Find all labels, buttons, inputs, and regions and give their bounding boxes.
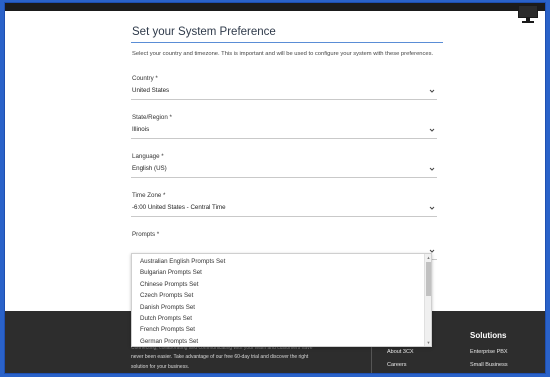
scroll-up-icon[interactable]: ▲ xyxy=(426,255,431,260)
dropdown-scrollbar[interactable]: ▲ ▼ xyxy=(424,254,431,346)
dropdown-option[interactable]: Danish Prompts Set xyxy=(132,302,431,313)
state-select[interactable]: Illinois xyxy=(131,125,437,139)
country-field: Country * United States xyxy=(131,75,437,100)
language-label: Language * xyxy=(132,153,164,160)
top-bar xyxy=(5,3,545,11)
chevron-down-icon xyxy=(429,89,435,93)
footer-link-careers[interactable]: Careers xyxy=(387,362,407,368)
prompts-label: Prompts * xyxy=(132,231,160,238)
state-field: State/Region * Illinois xyxy=(131,114,437,139)
prompts-dropdown-list[interactable]: Australian English Prompts Set Bulgarian… xyxy=(131,253,432,347)
country-label: Country * xyxy=(132,75,158,82)
timezone-value: -6:00 United States - Central Time xyxy=(132,204,226,211)
footer-solutions-heading: Solutions xyxy=(470,331,507,340)
dropdown-option[interactable]: Dutch Prompts Set xyxy=(132,313,431,324)
dropdown-option[interactable]: Chinese Prompts Set xyxy=(132,279,431,290)
language-select[interactable]: English (US) xyxy=(131,164,437,178)
state-value: Illinois xyxy=(132,126,150,133)
chevron-down-icon xyxy=(429,167,435,171)
scroll-thumb[interactable] xyxy=(426,262,431,296)
language-field: Language * English (US) xyxy=(131,153,437,178)
preferences-form: Set your System Preference Select your c… xyxy=(131,23,443,260)
chevron-down-icon xyxy=(429,128,435,132)
country-select[interactable]: United States xyxy=(131,86,437,100)
language-value: English (US) xyxy=(132,165,167,172)
footer-link-about[interactable]: About 3CX xyxy=(387,349,414,355)
dropdown-option[interactable]: German Prompts Set xyxy=(132,336,431,347)
dropdown-option[interactable]: Australian English Prompts Set xyxy=(132,256,431,267)
chevron-down-icon xyxy=(429,206,435,210)
timezone-label: Time Zone * xyxy=(132,192,166,199)
footer-text-cut: solution for your business. xyxy=(131,364,190,370)
scroll-down-icon[interactable]: ▼ xyxy=(426,340,431,345)
intro-text: Select your country and timezone. This i… xyxy=(132,51,434,57)
timezone-field: Time Zone * -6:00 United States - Centra… xyxy=(131,192,437,217)
dropdown-option[interactable]: Bulgarian Prompts Set xyxy=(132,267,431,278)
state-label: State/Region * xyxy=(132,114,172,121)
dropdown-options: Australian English Prompts Set Bulgarian… xyxy=(132,256,431,347)
page-title: Set your System Preference xyxy=(131,23,443,43)
footer-text: never been easier. Take advantage of our… xyxy=(131,354,309,360)
timezone-select[interactable]: -6:00 United States - Central Time xyxy=(131,203,437,217)
country-value: United States xyxy=(132,87,170,94)
footer-link-small-business[interactable]: Small Business xyxy=(470,362,508,368)
dropdown-option[interactable]: French Prompts Set xyxy=(132,324,431,335)
monitor-icon xyxy=(518,5,538,23)
dropdown-option[interactable]: Czech Prompts Set xyxy=(132,290,431,301)
footer-link-enterprise-pbx[interactable]: Enterprise PBX xyxy=(470,349,508,355)
